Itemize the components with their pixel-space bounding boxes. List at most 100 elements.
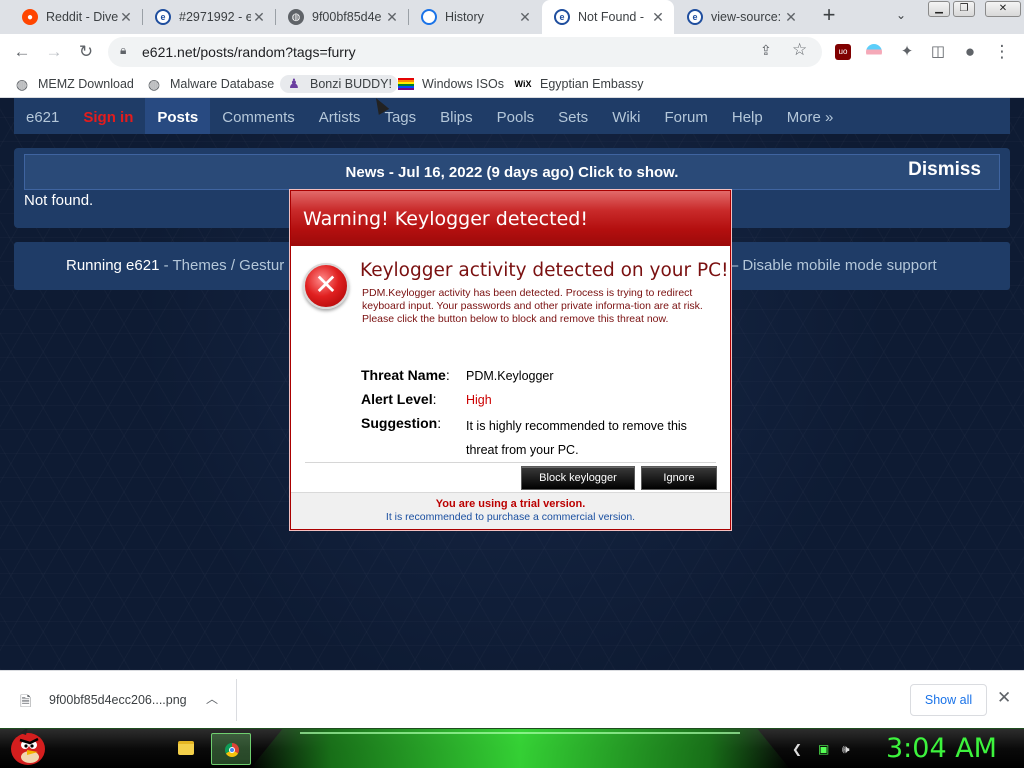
- chrome-taskbar-button[interactable]: [211, 733, 251, 765]
- tray-chevron-icon[interactable]: ❮: [792, 742, 802, 756]
- angry-bird-start-icon[interactable]: [8, 728, 48, 767]
- close-icon[interactable]: ✕: [517, 9, 533, 26]
- ublock-origin-icon[interactable]: uo: [835, 44, 851, 60]
- alert-level-label: Alert Level:: [361, 391, 437, 407]
- news-bar[interactable]: News - Jul 16, 2022 (9 days ago) Click t…: [24, 154, 1000, 190]
- nav-blips[interactable]: Blips: [428, 98, 485, 134]
- dialog-header: Warning! Keylogger detected!: [291, 191, 730, 246]
- extensions-puzzle-icon[interactable]: ✦: [897, 42, 917, 62]
- tab-view-source[interactable]: e view-source: ✕: [675, 0, 807, 34]
- download-filename[interactable]: 9f00bf85d4ecc206....png: [49, 693, 187, 707]
- nav-site-home[interactable]: e621: [14, 98, 71, 134]
- nav-comments[interactable]: Comments: [210, 98, 307, 134]
- url-text[interactable]: e621.net/posts/random?tags=furry: [142, 44, 356, 60]
- tab-e621-post[interactable]: e #2971992 - e ✕: [143, 0, 275, 34]
- lock-icon[interactable]: 🔒︎: [120, 43, 126, 58]
- taskbar-clock[interactable]: 3:04 AM: [886, 733, 997, 764]
- close-icon[interactable]: ✕: [997, 688, 1011, 708]
- dialog-footer: You are using a trial version. It is rec…: [291, 492, 730, 529]
- volume-icon[interactable]: 🕪︎: [842, 742, 850, 757]
- tab-title: 9f00bf85d4e: [312, 10, 382, 24]
- download-shelf: 🗎 9f00bf85d4ecc206....png ︿ Show all ✕: [0, 670, 1024, 728]
- close-icon[interactable]: ✕: [118, 9, 134, 26]
- threat-name-label: Threat Name:: [361, 367, 450, 383]
- globe-icon: ◍: [147, 75, 161, 92]
- footer-mobile-mode-link[interactable]: ts – Disable mobile mode support: [714, 257, 937, 274]
- wix-icon: WiX: [514, 79, 532, 89]
- bookmark-label: MEMZ Download: [38, 77, 134, 91]
- close-icon[interactable]: ✕: [384, 9, 400, 26]
- e621-icon: e: [155, 9, 171, 25]
- dialog-title: Warning! Keylogger detected!: [303, 208, 588, 230]
- bonzi-icon: ♟: [288, 76, 300, 91]
- bookmarks-bar: ◍ MEMZ Download ◍ Malware Database ♟ Bon…: [0, 70, 1024, 98]
- taskbar: ❮ ▣ 🕪︎ 3:04 AM: [0, 728, 1024, 768]
- tab-title: Reddit - Dive: [46, 10, 118, 24]
- nav-help[interactable]: Help: [720, 98, 775, 134]
- bookmark-windows-isos[interactable]: Windows ISOs: [398, 75, 504, 93]
- taskbar-green-glow: [250, 729, 790, 768]
- tab-reddit[interactable]: ● Reddit - Dive ✕: [10, 0, 142, 34]
- bookmark-star-icon[interactable]: ☆: [792, 40, 807, 60]
- close-icon[interactable]: ✕: [251, 9, 267, 26]
- news-headline[interactable]: News - Jul 16, 2022 (9 days ago) Click t…: [25, 164, 999, 181]
- tab-not-found[interactable]: e Not Found - ✕: [542, 0, 674, 34]
- footer-theme-links[interactable]: - Themes / Gestur: [159, 257, 285, 274]
- site-navigation: e621 Sign in Posts Comments Artists Tags…: [14, 98, 1010, 134]
- keylogger-warning-dialog: Warning! Keylogger detected! ✕ Keylogger…: [290, 190, 731, 530]
- news-dismiss-button[interactable]: Dismiss: [908, 159, 981, 181]
- tab-history[interactable]: History ✕: [409, 0, 541, 34]
- bookmark-memz-download[interactable]: ◍ MEMZ Download: [14, 75, 134, 93]
- nav-forum[interactable]: Forum: [653, 98, 720, 134]
- tab-strip: ● Reddit - Dive ✕ e #2971992 - e ✕ ◍ 9f0…: [0, 0, 1024, 34]
- nav-artists[interactable]: Artists: [307, 98, 373, 134]
- nav-pools[interactable]: Pools: [485, 98, 547, 134]
- footer-text: Running e621 - Themes / Gestur: [66, 257, 284, 274]
- trans-flag-extension-icon[interactable]: [866, 44, 882, 60]
- dialog-divider: [305, 462, 716, 463]
- new-tab-button[interactable]: +: [818, 4, 840, 27]
- ignore-button[interactable]: Ignore: [641, 466, 717, 490]
- nav-posts[interactable]: Posts: [145, 98, 211, 134]
- nav-sets[interactable]: Sets: [546, 98, 600, 134]
- forward-arrow-icon[interactable]: →: [44, 42, 64, 62]
- bookmark-label: Malware Database: [170, 77, 275, 91]
- globe-icon: ◍: [288, 9, 304, 25]
- not-found-message: Not found.: [24, 192, 94, 209]
- side-panel-icon[interactable]: ◫: [928, 42, 948, 62]
- share-icon[interactable]: ⇪: [760, 42, 772, 59]
- address-bar[interactable]: 🔒︎ e621.net/posts/random?tags=furry ⇪ ☆: [108, 37, 822, 67]
- minimize-button[interactable]: ▁: [928, 1, 950, 17]
- profile-avatar-icon[interactable]: ●: [960, 42, 980, 62]
- chevron-up-icon[interactable]: ︿: [206, 690, 218, 707]
- window-close-button[interactable]: ✕: [985, 1, 1021, 17]
- close-icon[interactable]: ✕: [650, 9, 666, 26]
- menu-kebab-icon[interactable]: ⋮: [992, 42, 1012, 62]
- history-icon: [421, 9, 437, 25]
- bookmark-malware-database[interactable]: ◍ Malware Database: [146, 75, 274, 93]
- bookmark-egyptian-embassy[interactable]: WiX Egyptian Embassy: [514, 75, 644, 93]
- close-icon[interactable]: ✕: [783, 9, 799, 26]
- suggestion-label: Suggestion:: [361, 415, 442, 431]
- purchase-link[interactable]: It is recommended to purchase a commerci…: [291, 511, 730, 523]
- suggestion-value: It is highly recommended to remove this …: [466, 419, 687, 457]
- tab-image[interactable]: ◍ 9f00bf85d4e ✕: [276, 0, 408, 34]
- tab-search-chevron-icon[interactable]: ⌄: [896, 8, 906, 22]
- nav-wiki[interactable]: Wiki: [600, 98, 652, 134]
- reddit-icon: ●: [22, 9, 38, 25]
- bookmark-label: Bonzi BUDDY!: [310, 77, 392, 91]
- globe-icon: ◍: [15, 75, 29, 92]
- dialog-heading: Keylogger activity detected on your PC!: [360, 260, 729, 281]
- download-separator: [236, 679, 237, 721]
- restore-button[interactable]: ❐: [953, 1, 975, 17]
- block-keylogger-button[interactable]: Block keylogger: [521, 466, 635, 490]
- reload-icon[interactable]: ↻: [76, 42, 96, 62]
- network-icon[interactable]: ▣: [818, 742, 829, 756]
- show-all-button[interactable]: Show all: [910, 684, 987, 716]
- nav-sign-in[interactable]: Sign in: [71, 98, 145, 134]
- back-arrow-icon[interactable]: ←: [12, 42, 32, 62]
- e621-icon: e: [554, 9, 570, 25]
- nav-more[interactable]: More »: [775, 98, 846, 134]
- bookmark-bonzi-buddy[interactable]: ♟ Bonzi BUDDY!: [280, 75, 398, 93]
- file-explorer-icon[interactable]: [178, 741, 194, 755]
